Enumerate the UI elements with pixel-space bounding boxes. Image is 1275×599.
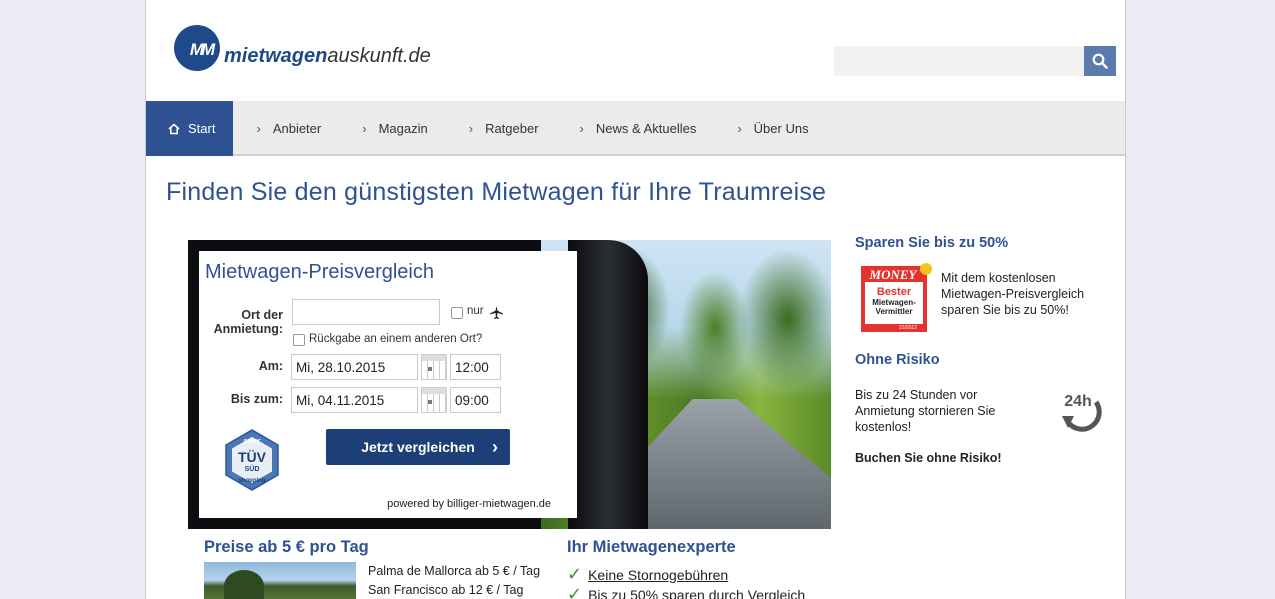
pickup-label-line1: Ort der <box>241 308 283 322</box>
save-text: Mit dem kostenlosen Mietwagen-Preisvergl… <box>941 270 1084 318</box>
chevron-right-icon: › <box>362 121 367 136</box>
nav-item-news[interactable]: › News & Aktuelles <box>580 101 697 156</box>
prices-heading: Preise ab 5 € pro Tag <box>204 538 369 556</box>
calendar-icon[interactable] <box>421 354 447 380</box>
return-other-location-label: Rückgabe an einem anderen Ort? <box>309 333 483 345</box>
chevron-right-icon: › <box>468 121 474 136</box>
hero-car-mirror <box>568 240 648 529</box>
main-navigation: Start › Anbieter › Magazin › Ratgeber › … <box>146 101 1125 156</box>
nav-item-anbieter[interactable]: › Anbieter <box>256 101 321 156</box>
risk-heading: Ohne Risiko <box>855 352 940 368</box>
risk-text-line: kostenlos! <box>855 420 912 434</box>
from-time-select[interactable]: 12:00 <box>450 354 501 380</box>
logo-text-rest: auskunft.de <box>327 44 431 67</box>
save-heading: Sparen Sie bis zu 50% <box>855 235 1009 251</box>
search-icon <box>1092 53 1108 69</box>
from-date-input[interactable]: Mi, 28.10.2015 <box>291 354 418 380</box>
chevron-right-icon: › <box>737 121 742 136</box>
nav-item-ueber-uns[interactable]: › Über Uns <box>737 101 808 156</box>
pickup-location-label: Ort der Anmietung: <box>201 308 283 336</box>
save-text-line: sparen Sie bis zu 50%! <box>941 303 1069 317</box>
chevron-right-icon: › <box>492 436 498 457</box>
nav-item-start[interactable]: Start <box>146 101 234 156</box>
expert-row-text: Bis zu 50% sparen durch Vergleich <box>588 586 806 599</box>
badge-main-text: TÜV <box>238 449 267 465</box>
no-cancellation-fees-link[interactable]: Keine Stornogebühren <box>588 567 728 583</box>
search-button[interactable] <box>1084 46 1116 76</box>
logo-badge-icon: MM <box>174 25 220 71</box>
nav-label: Magazin <box>378 121 428 136</box>
airport-only-checkbox[interactable] <box>451 307 463 319</box>
award-line1: Bester <box>877 286 912 298</box>
tuv-sud-safer-shopping-badge: safer TÜV SÜD shopping <box>225 429 279 491</box>
logo-wordmark: mietwagenauskunft.de <box>224 45 431 68</box>
nav-label: Ratgeber <box>485 121 539 136</box>
chevron-right-icon: › <box>256 121 261 136</box>
pickup-location-input[interactable] <box>292 299 440 325</box>
from-date-label: Am: <box>258 359 283 373</box>
badge-bottom-text: shopping <box>239 478 266 484</box>
nav-label: Anbieter <box>272 121 322 136</box>
checkmark-icon: ✓ <box>567 584 583 599</box>
airplane-icon <box>489 305 504 320</box>
to-time-select[interactable]: 09:00 <box>450 387 501 413</box>
search-input[interactable] <box>834 46 1084 76</box>
page-headline: Finden Sie den günstigsten Mietwagen für… <box>166 178 827 206</box>
page-container: MM mietwagenauskunft.de Start › Anbieter <box>145 0 1126 599</box>
24h-cancellation-icon: 24h <box>1062 393 1102 432</box>
calendar-icon[interactable] <box>421 387 447 413</box>
nav-item-ratgeber[interactable]: › Ratgeber <box>469 101 539 156</box>
award-line2: Mietwagen- <box>872 298 916 307</box>
badge-sub-text: SÜD <box>245 464 260 473</box>
money-award-badge: MONEY Bester Mietwagen- Vermittler 23/20… <box>861 263 932 332</box>
price-row[interactable]: Palma de Mallorca ab 5 € / Tag <box>368 564 540 578</box>
form-title: Mietwagen-Preisvergleich <box>205 261 434 283</box>
save-text-line: Mietwagen-Preisvergleich <box>941 287 1085 301</box>
award-line3: Vermittler <box>876 307 913 316</box>
save-text-line: Mit dem kostenlosen <box>941 271 1056 285</box>
hero-banner: Mietwagen-Preisvergleich Ort der Anmietu… <box>188 240 831 529</box>
powered-by-text: powered by billiger-mietwagen.de <box>387 498 551 510</box>
nav-label: Start <box>188 121 216 136</box>
price-comparison-form: Mietwagen-Preisvergleich Ort der Anmietu… <box>199 251 577 518</box>
to-date-input[interactable]: Mi, 04.11.2015 <box>291 387 418 413</box>
logo-mark: MM <box>189 40 215 59</box>
nav-label: Über Uns <box>753 121 809 136</box>
badge-top-text: safer <box>244 438 261 445</box>
chevron-right-icon: › <box>579 121 584 136</box>
expert-row: ✓ Keine Stornogebühren <box>567 564 728 585</box>
risk-text: Bis zu 24 Stunden vor Anmietung stornier… <box>855 387 995 435</box>
compare-submit-button[interactable]: Jetzt vergleichen › <box>326 429 510 465</box>
return-other-location-checkbox[interactable] <box>293 334 305 346</box>
to-date-label: Bis zum: <box>230 392 283 406</box>
24h-text: 24h <box>1064 393 1092 410</box>
site-logo[interactable]: MM mietwagenauskunft.de <box>174 24 431 72</box>
mallorca-thumbnail[interactable] <box>204 562 356 599</box>
risk-text-line: Bis zu 24 Stunden vor <box>855 388 978 402</box>
price-row[interactable]: San Francisco ab 12 € / Tag <box>368 583 523 597</box>
award-brand: MONEY <box>869 267 918 282</box>
airport-only-label: nur <box>467 305 484 317</box>
checkmark-icon: ✓ <box>567 564 583 584</box>
risk-cta: Buchen Sie ohne Risiko! <box>855 451 1002 465</box>
home-icon <box>168 122 180 134</box>
award-year: 23/2012 <box>899 325 917 331</box>
pickup-label-line2: Anmietung: <box>213 322 283 336</box>
logo-text-bold: mietwagen <box>224 44 328 67</box>
risk-text-line: Anmietung stornieren Sie <box>855 404 996 418</box>
submit-label: Jetzt vergleichen <box>361 439 475 455</box>
expert-row: ✓ Bis zu 50% sparen durch Vergleich <box>567 584 805 599</box>
expert-heading: Ihr Mietwagenexperte <box>567 538 736 556</box>
search-bar <box>834 46 1116 76</box>
nav-label: News & Aktuelles <box>595 121 697 136</box>
nav-item-magazin[interactable]: › Magazin <box>362 101 427 156</box>
